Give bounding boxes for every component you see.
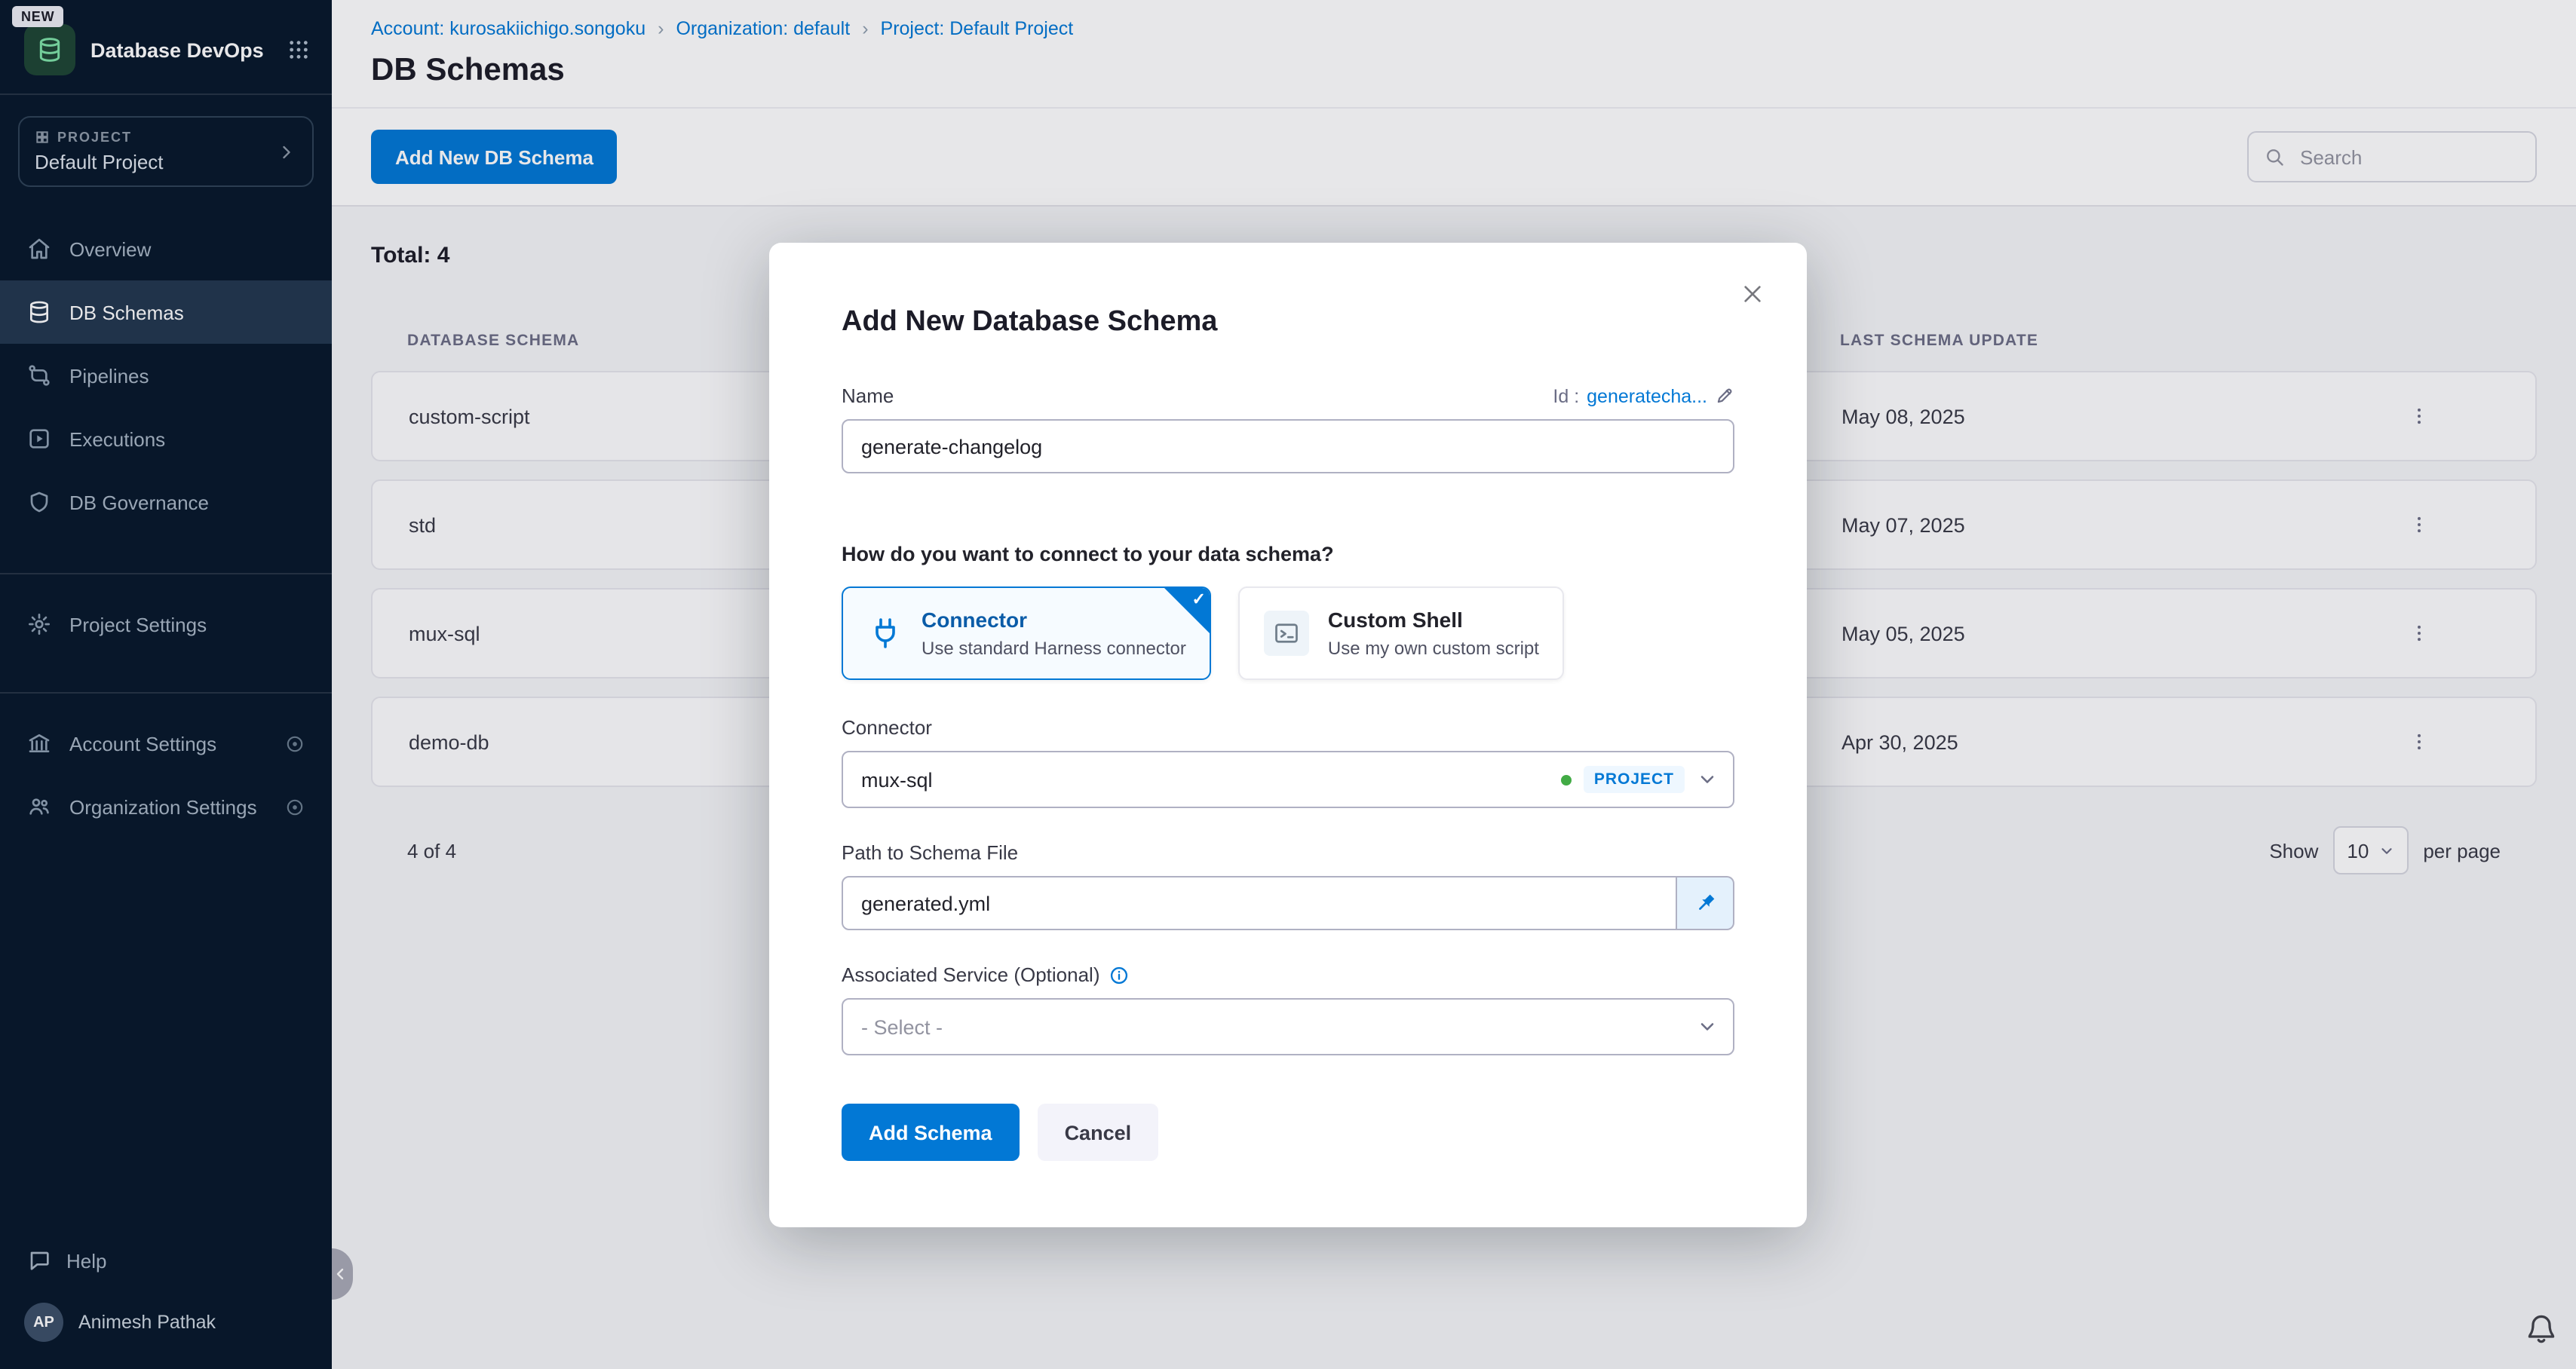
path-label: Path to Schema File bbox=[842, 841, 1018, 864]
pin-path-button[interactable] bbox=[1677, 876, 1734, 930]
connect-question: How do you want to connect to your data … bbox=[842, 543, 1734, 565]
option-card-custom-shell[interactable]: Custom Shell Use my own custom script bbox=[1239, 586, 1565, 680]
connector-value: mux-sql bbox=[861, 768, 933, 791]
connector-select[interactable]: mux-sql PROJECT bbox=[842, 751, 1734, 808]
status-dot bbox=[1561, 774, 1572, 785]
chevron-down-icon bbox=[1697, 1016, 1718, 1037]
connector-label: Connector bbox=[842, 716, 932, 739]
check-icon: ✓ bbox=[1191, 590, 1205, 609]
chevron-down-icon bbox=[1697, 769, 1718, 790]
terminal-icon bbox=[1265, 611, 1310, 656]
option-subtitle: Use my own custom script bbox=[1328, 638, 1539, 659]
service-label: Associated Service (Optional) bbox=[842, 963, 1100, 986]
id-display: Id : generatecha... bbox=[1553, 385, 1734, 406]
name-label: Name bbox=[842, 384, 894, 407]
scope-badge: PROJECT bbox=[1584, 766, 1685, 793]
service-value: - Select - bbox=[861, 1015, 943, 1038]
id-value: generatecha... bbox=[1587, 385, 1707, 406]
edit-id-button[interactable] bbox=[1715, 386, 1734, 406]
schema-path-input[interactable] bbox=[842, 876, 1677, 930]
id-label: Id : bbox=[1553, 385, 1579, 406]
add-schema-modal: Add New Database Schema Name Id : genera… bbox=[769, 243, 1807, 1227]
app-root: NEW Database DevOps bbox=[0, 0, 2576, 1369]
resource-center-bell-icon[interactable] bbox=[2525, 1312, 2558, 1345]
add-schema-submit-button[interactable]: Add Schema bbox=[842, 1104, 1020, 1161]
info-icon[interactable] bbox=[1109, 964, 1130, 985]
option-title: Custom Shell bbox=[1328, 608, 1539, 632]
connection-options: ✓ Connector Use standard Harness connect… bbox=[842, 586, 1734, 680]
option-title: Connector bbox=[922, 608, 1186, 632]
path-field-group bbox=[842, 876, 1734, 930]
modal-actions: Add Schema Cancel bbox=[842, 1104, 1734, 1161]
option-card-connector[interactable]: ✓ Connector Use standard Harness connect… bbox=[842, 586, 1212, 680]
schema-name-input[interactable] bbox=[842, 419, 1734, 473]
connector-plug-icon bbox=[867, 615, 903, 651]
thumbtack-icon bbox=[1693, 891, 1717, 915]
associated-service-select[interactable]: - Select - bbox=[842, 998, 1734, 1055]
modal-title: Add New Database Schema bbox=[842, 306, 1734, 339]
close-icon[interactable] bbox=[1734, 276, 1771, 312]
cancel-button[interactable]: Cancel bbox=[1038, 1104, 1159, 1161]
option-subtitle: Use standard Harness connector bbox=[922, 638, 1186, 659]
